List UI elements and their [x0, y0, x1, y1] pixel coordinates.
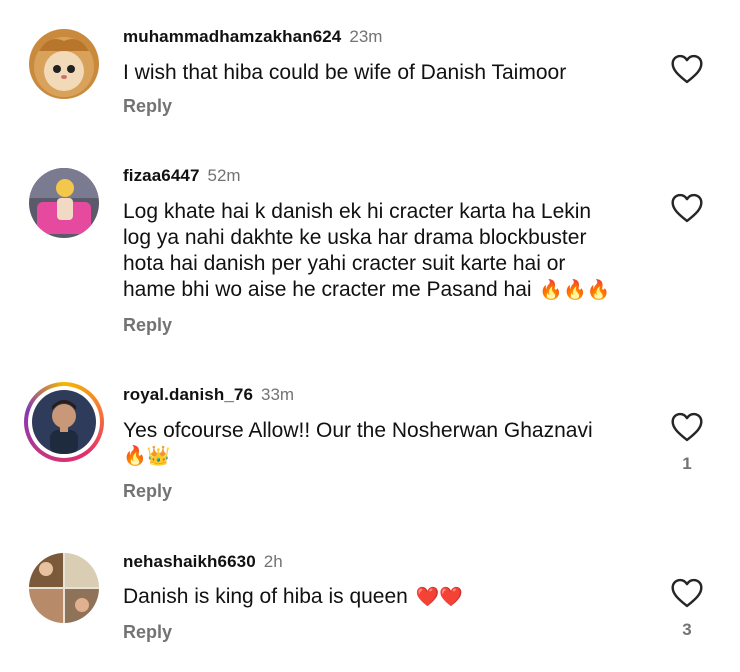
comment-text: I wish that hiba could be wife of Danish…: [123, 60, 633, 86]
reply-button[interactable]: Reply: [123, 622, 172, 643]
reply-button[interactable]: Reply: [123, 481, 172, 502]
like-button[interactable]: [670, 54, 704, 84]
heart-outline-icon: [671, 54, 703, 84]
timestamp: 2h: [263, 552, 283, 571]
comment-line-last: hame bhi wo aise he cracter me Pasand ha…: [123, 277, 633, 304]
heart-outline-icon: [671, 578, 703, 608]
username[interactable]: muhammadhamzakhan624: [123, 27, 341, 46]
heart-outline-icon: [671, 412, 703, 442]
like-count: 1: [682, 454, 692, 473]
avatar-photo-image: [32, 390, 96, 454]
like-button[interactable]: [670, 412, 704, 442]
username[interactable]: royal.danish_76: [123, 385, 253, 404]
comment-body: Yes ofcourse Allow!! Our the Nosherwan G…: [123, 419, 593, 442]
comment-line: log ya nahi dakhte ke uska har drama blo…: [123, 226, 587, 249]
avatar-collage-image: [29, 553, 99, 623]
avatar-photo-image: [29, 168, 99, 238]
comment-meta: nehashaikh6630 2h: [123, 552, 283, 572]
timestamp: 23m: [349, 27, 383, 46]
like-button[interactable]: [670, 193, 704, 223]
avatar[interactable]: [29, 168, 99, 238]
comment-text: Log khate hai k danish ek hi cracter kar…: [123, 199, 633, 304]
emoji-hearts: ❤️❤️: [415, 587, 464, 608]
emoji-fire: 🔥🔥🔥: [539, 280, 611, 301]
comment-meta: muhammadhamzakhan624 23m: [123, 27, 382, 47]
comment-meta: fizaa6447 52m: [123, 166, 241, 186]
comment-line: Log khate hai k danish ek hi cracter kar…: [123, 200, 592, 223]
reply-button[interactable]: Reply: [123, 315, 172, 336]
like-button[interactable]: [670, 578, 704, 608]
timestamp: 52m: [207, 166, 241, 185]
avatar[interactable]: [29, 29, 99, 99]
username[interactable]: fizaa6447: [123, 166, 200, 185]
comment-text: Danish is king of hiba is queen ❤️❤️: [123, 584, 633, 611]
comment-line: hota hai danish per yahi cracter suit ka…: [123, 252, 566, 275]
avatar[interactable]: [29, 553, 99, 623]
reply-button[interactable]: Reply: [123, 96, 172, 117]
comment-meta: royal.danish_76 33m: [123, 385, 294, 405]
comment-text: Yes ofcourse Allow!! Our the Nosherwan G…: [123, 418, 633, 470]
heart-outline-icon: [671, 193, 703, 223]
timestamp: 33m: [261, 385, 295, 404]
comment-line: hame bhi wo aise he cracter me Pasand ha…: [123, 278, 532, 301]
avatar-cat-image: [29, 29, 99, 99]
comment-body: Danish is king of hiba is queen: [123, 585, 408, 608]
comment-body: I wish that hiba could be wife of Danish…: [123, 61, 567, 84]
like-count: 3: [682, 620, 692, 639]
avatar-story-ring[interactable]: [24, 382, 104, 462]
emoji-fire-crown: 🔥👑: [123, 446, 171, 467]
username[interactable]: nehashaikh6630: [123, 552, 256, 571]
